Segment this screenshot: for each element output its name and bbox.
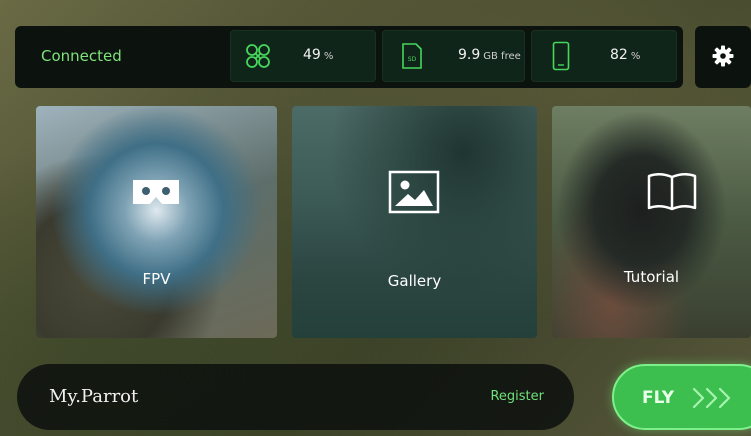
sd-card-icon: SD bbox=[402, 43, 422, 69]
vr-headset-icon bbox=[133, 180, 179, 204]
fpv-label: FPV bbox=[142, 270, 171, 288]
drone-battery-chip: 49% bbox=[230, 30, 376, 82]
tutorial-tile[interactable]: Tutorial bbox=[552, 106, 751, 338]
drone-icon bbox=[246, 44, 270, 68]
connection-status: Connected bbox=[41, 47, 122, 65]
phone-battery-value: 82% bbox=[610, 47, 641, 63]
tutorial-label: Tutorial bbox=[623, 268, 680, 286]
status-panel: Connected 49% SD 9.9 GB free 82 % bbox=[15, 26, 683, 88]
gallery-tile[interactable]: Gallery bbox=[292, 106, 537, 338]
storage-chip: SD 9.9 GB free bbox=[382, 30, 525, 82]
register-link[interactable]: Register bbox=[490, 389, 544, 404]
settings-button[interactable] bbox=[695, 26, 751, 88]
gear-icon bbox=[712, 45, 734, 67]
svg-text:SD: SD bbox=[408, 56, 417, 63]
gallery-label: Gallery bbox=[387, 272, 442, 290]
status-bar: Connected 49% SD 9.9 GB free 82 % bbox=[15, 26, 751, 88]
phone-battery-chip: 82% bbox=[531, 30, 677, 82]
fly-button[interactable]: FLY bbox=[612, 364, 751, 430]
my-parrot-bar: My.Parrot Register bbox=[17, 364, 574, 430]
fpv-tile[interactable]: FPV bbox=[36, 106, 277, 338]
phone-icon bbox=[552, 41, 570, 71]
drone-battery-value: 49% bbox=[303, 47, 334, 63]
image-icon bbox=[388, 170, 440, 214]
chevrons-right-icon bbox=[692, 387, 731, 409]
fly-label: FLY bbox=[642, 388, 675, 408]
book-icon bbox=[647, 173, 697, 211]
my-parrot-logo: My.Parrot bbox=[49, 386, 139, 407]
storage-value: 9.9 GB free bbox=[458, 47, 521, 63]
